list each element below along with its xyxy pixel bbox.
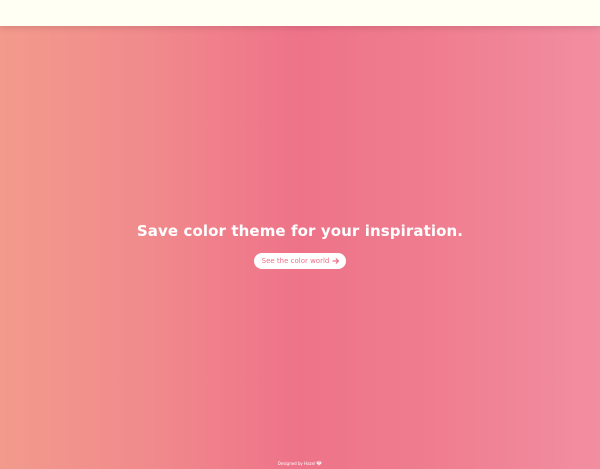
- gem-icon: [316, 461, 322, 466]
- designer-credit-text: Designed by Hazel: [277, 461, 316, 466]
- hero-title: Save color theme for your inspiration.: [136, 222, 464, 240]
- footer-credit: Designed by Hazel: [0, 461, 600, 467]
- hero-section: Save color theme for your inspiration. S…: [0, 220, 600, 269]
- top-navigation-bar: [0, 0, 600, 26]
- arrow-right-icon: [332, 257, 340, 265]
- see-color-world-button[interactable]: See the color world: [253, 253, 347, 269]
- cta-button-label: See the color world: [261, 257, 330, 265]
